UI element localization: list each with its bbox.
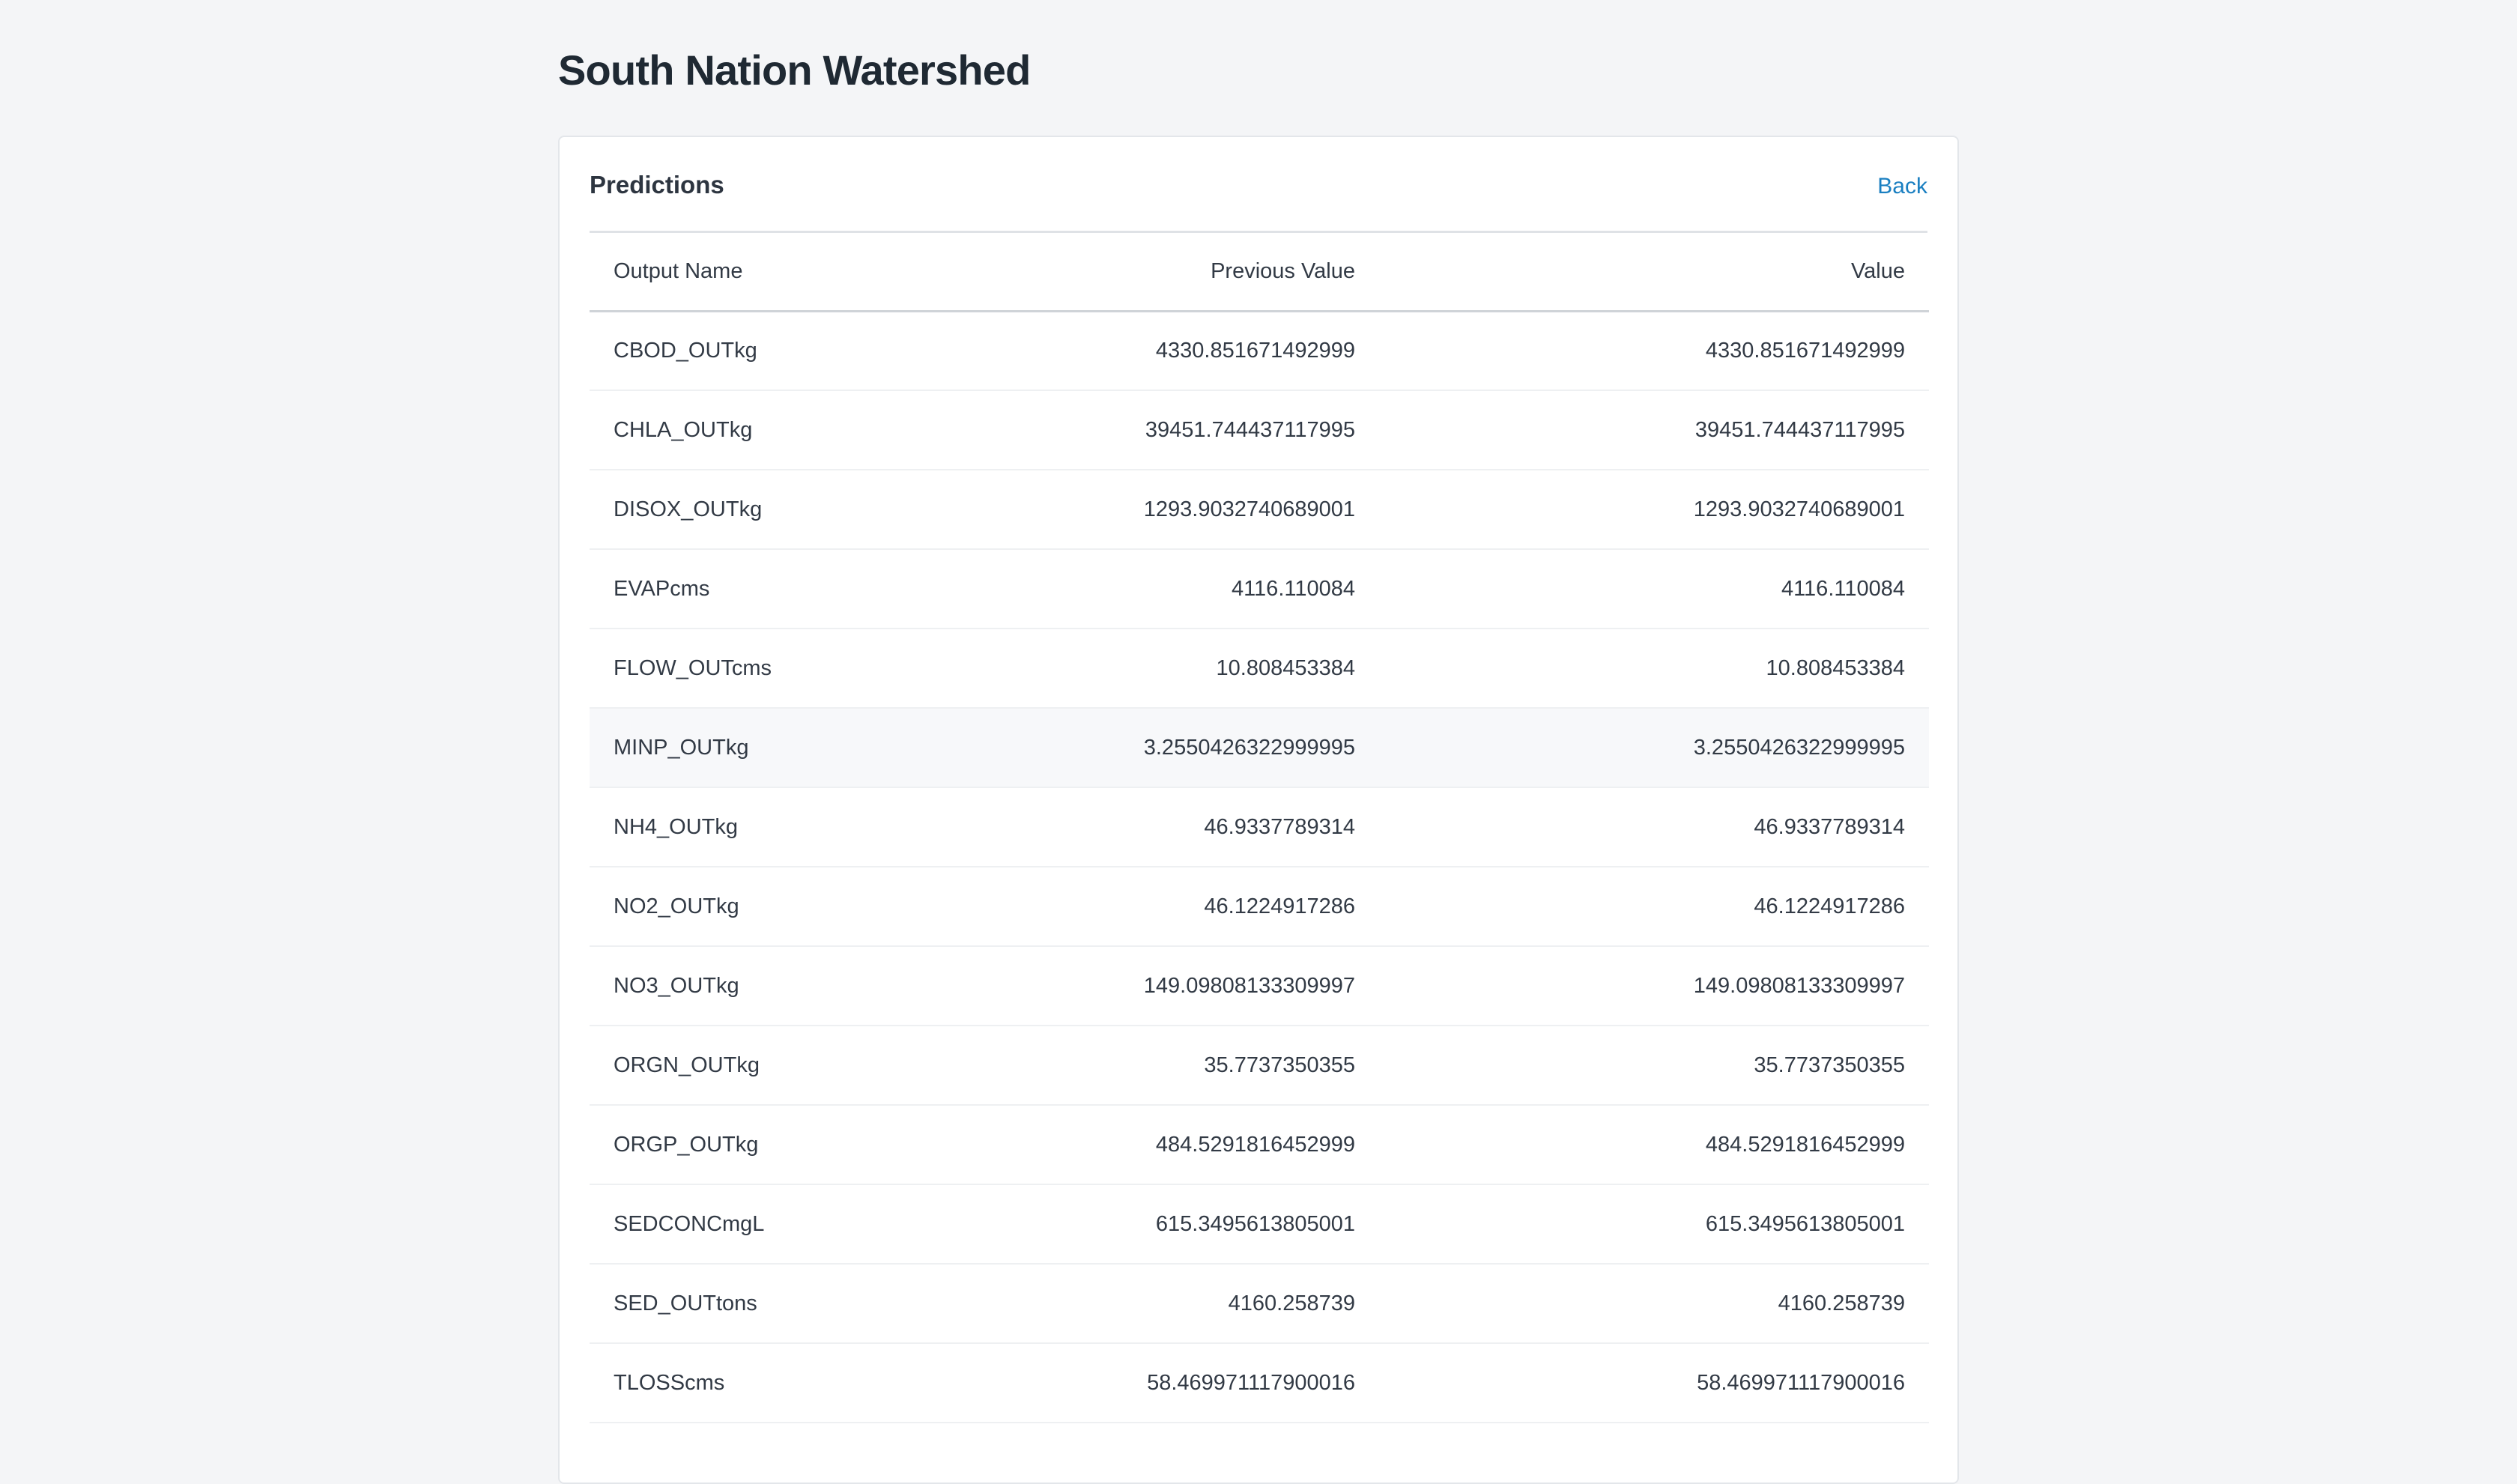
table-row: TLOSScms 58.469971117900016 58.469971117…: [590, 1343, 1929, 1423]
output-name-cell: CHLA_OUTkg: [590, 390, 979, 470]
card-title: Predictions: [590, 171, 724, 199]
output-name-cell: DISOX_OUTkg: [590, 470, 979, 550]
value-cell: 10.808453384: [1379, 629, 1929, 709]
output-name-cell: NO2_OUTkg: [590, 867, 979, 947]
output-name-cell: MINP_OUTkg: [590, 708, 979, 788]
table-row: CHLA_OUTkg 39451.744437117995 39451.7444…: [590, 390, 1929, 470]
value-cell: 149.09808133309997: [1379, 946, 1929, 1026]
value-cell: 615.3495613805001: [1379, 1184, 1929, 1265]
table-row: NH4_OUTkg 46.9337789314 46.9337789314: [590, 787, 1929, 867]
previous-value-cell: 149.09808133309997: [979, 946, 1379, 1026]
previous-value-cell: 4330.851671492999: [979, 311, 1379, 391]
value-cell: 1293.9032740689001: [1379, 470, 1929, 550]
output-name-cell: TLOSScms: [590, 1343, 979, 1423]
table-row: EVAPcms 4116.110084 4116.110084: [590, 549, 1929, 629]
value-cell: 4160.258739: [1379, 1264, 1929, 1344]
output-name-cell: FLOW_OUTcms: [590, 629, 979, 709]
previous-value-cell: 46.9337789314: [979, 787, 1379, 867]
table-row: NO2_OUTkg 46.1224917286 46.1224917286: [590, 867, 1929, 947]
previous-value-cell: 615.3495613805001: [979, 1184, 1379, 1265]
column-header-value: Value: [1379, 233, 1929, 312]
column-header-previous-value: Previous Value: [979, 233, 1379, 312]
output-name-cell: EVAPcms: [590, 549, 979, 629]
value-cell: 484.5291816452999: [1379, 1105, 1929, 1185]
previous-value-cell: 46.1224917286: [979, 867, 1379, 947]
table-body: CBOD_OUTkg 4330.851671492999 4330.851671…: [590, 311, 1929, 1423]
previous-value-cell: 10.808453384: [979, 629, 1379, 709]
previous-value-cell: 39451.744437117995: [979, 390, 1379, 470]
table-row: NO3_OUTkg 149.09808133309997 149.0980813…: [590, 946, 1929, 1026]
predictions-card: Predictions Back Output Name Previous Va…: [558, 136, 1959, 1484]
output-name-cell: NO3_OUTkg: [590, 946, 979, 1026]
previous-value-cell: 484.5291816452999: [979, 1105, 1379, 1185]
output-name-cell: SEDCONCmgL: [590, 1184, 979, 1265]
page-title: South Nation Watershed: [558, 46, 1031, 94]
previous-value-cell: 4160.258739: [979, 1264, 1379, 1344]
previous-value-cell: 1293.9032740689001: [979, 470, 1379, 550]
value-cell: 58.469971117900016: [1379, 1343, 1929, 1423]
table-row: SED_OUTtons 4160.258739 4160.258739: [590, 1264, 1929, 1344]
output-name-cell: ORGN_OUTkg: [590, 1026, 979, 1106]
predictions-table: Output Name Previous Value Value CBOD_OU…: [590, 233, 1929, 1423]
table-row-hovered: MINP_OUTkg 3.2550426322999995 3.25504263…: [590, 708, 1929, 788]
value-cell: 35.7737350355: [1379, 1026, 1929, 1106]
output-name-cell: ORGP_OUTkg: [590, 1105, 979, 1185]
table-header-row: Output Name Previous Value Value: [590, 233, 1929, 312]
previous-value-cell: 58.469971117900016: [979, 1343, 1379, 1423]
value-cell: 46.1224917286: [1379, 867, 1929, 947]
value-cell: 4330.851671492999: [1379, 311, 1929, 391]
back-link[interactable]: Back: [1877, 170, 1927, 203]
previous-value-cell: 3.2550426322999995: [979, 708, 1379, 788]
value-cell: 39451.744437117995: [1379, 390, 1929, 470]
table-row: SEDCONCmgL 615.3495613805001 615.3495613…: [590, 1184, 1929, 1265]
previous-value-cell: 35.7737350355: [979, 1026, 1379, 1106]
output-name-cell: CBOD_OUTkg: [590, 311, 979, 391]
table-row: ORGP_OUTkg 484.5291816452999 484.5291816…: [590, 1105, 1929, 1185]
previous-value-cell: 4116.110084: [979, 549, 1379, 629]
value-cell: 46.9337789314: [1379, 787, 1929, 867]
output-name-cell: NH4_OUTkg: [590, 787, 979, 867]
output-name-cell: SED_OUTtons: [590, 1264, 979, 1344]
value-cell: 3.2550426322999995: [1379, 708, 1929, 788]
table-row: DISOX_OUTkg 1293.9032740689001 1293.9032…: [590, 470, 1929, 550]
value-cell: 4116.110084: [1379, 549, 1929, 629]
table-row: ORGN_OUTkg 35.7737350355 35.7737350355: [590, 1026, 1929, 1106]
table-row: FLOW_OUTcms 10.808453384 10.808453384: [590, 629, 1929, 709]
table-header: Output Name Previous Value Value: [590, 233, 1929, 312]
card-header: Predictions Back: [590, 137, 1927, 233]
column-header-output-name: Output Name: [590, 233, 979, 312]
table-row: CBOD_OUTkg 4330.851671492999 4330.851671…: [590, 311, 1929, 391]
